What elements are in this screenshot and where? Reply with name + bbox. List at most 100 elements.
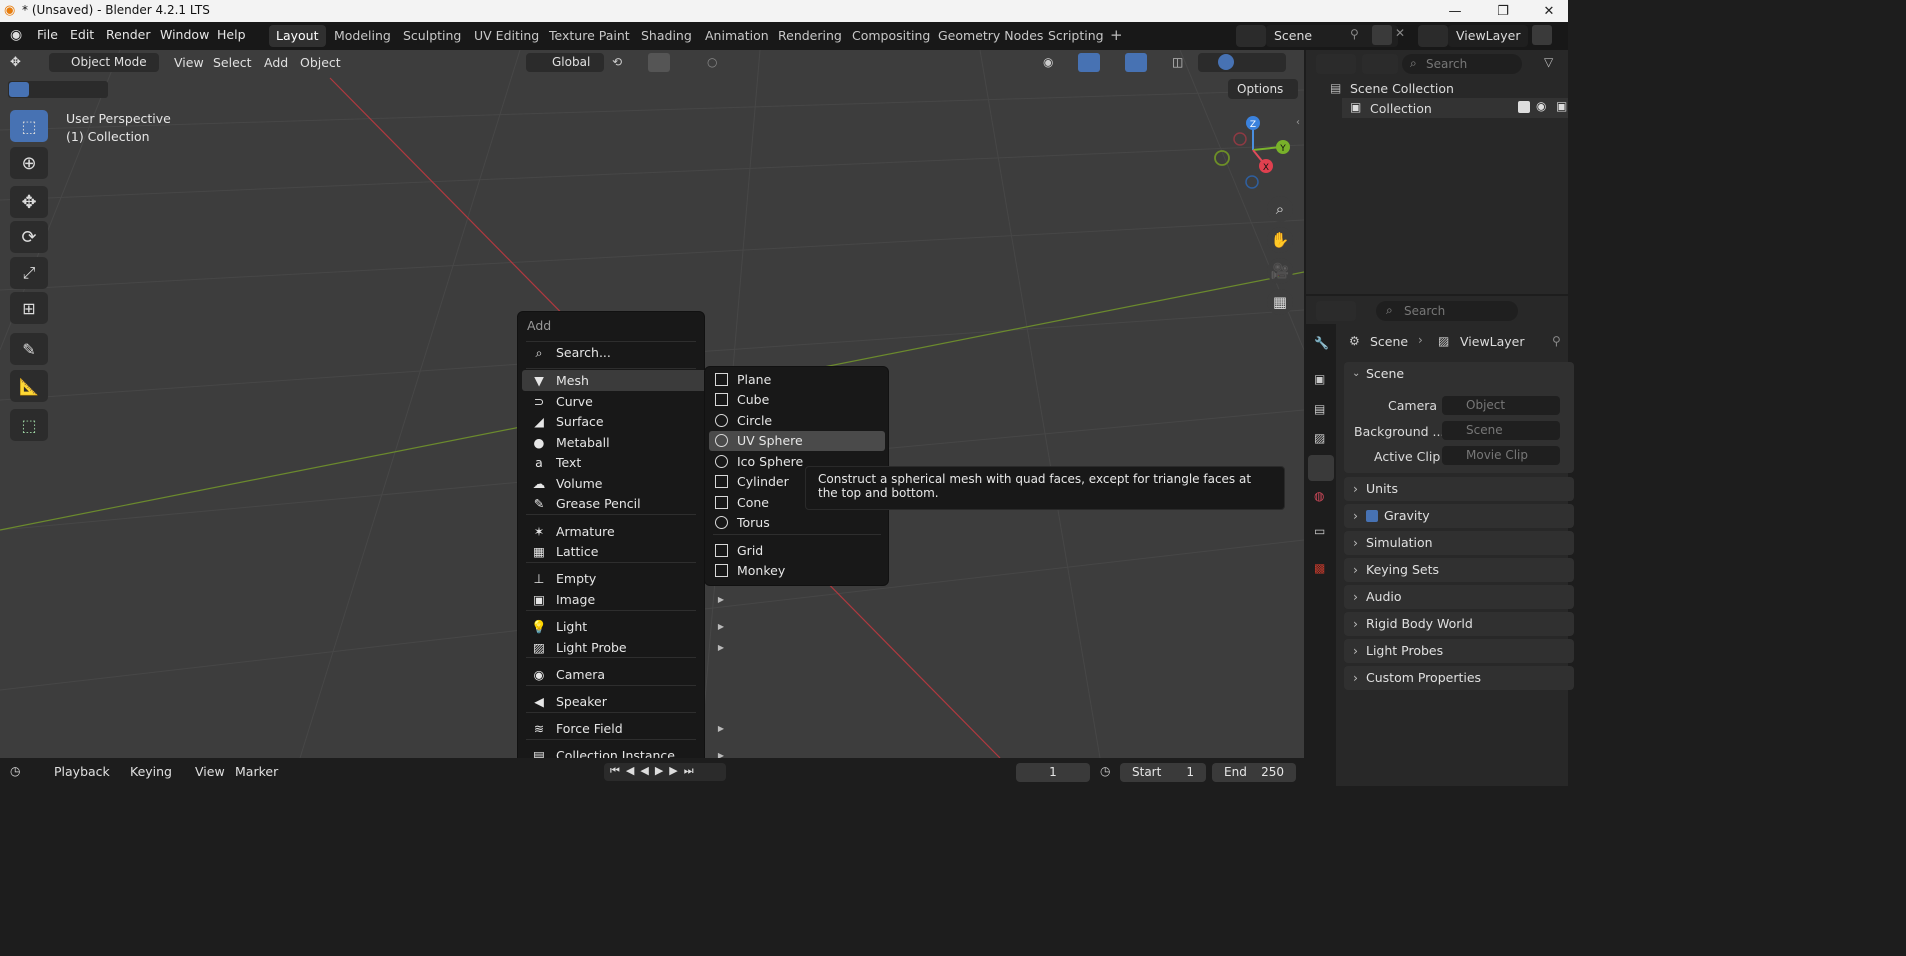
menu-object[interactable]: Object	[300, 55, 341, 70]
chevron-down-icon[interactable]: ⌄	[1352, 362, 1360, 386]
add-menu-item[interactable]: ✎Grease Pencil▶	[522, 493, 730, 514]
scene-tab-icon[interactable]	[1308, 455, 1334, 481]
properties-search-input[interactable]: Search	[1376, 301, 1518, 321]
mesh-item[interactable]: Monkey	[709, 561, 885, 581]
tab-texture-paint[interactable]: Texture Paint	[542, 25, 637, 47]
tab-uv-editing[interactable]: UV Editing	[467, 25, 546, 47]
active-clip-field[interactable]: Movie Clip	[1442, 446, 1560, 465]
add-workspace-icon[interactable]: +	[1110, 26, 1123, 44]
view-layer-tab-icon[interactable]: ▨	[1314, 431, 1325, 445]
timeline[interactable]: ◷ Playback Keying View Marker ⏮◀◀▶▶⏭ 1 ◷…	[0, 758, 1304, 786]
add-menu-item[interactable]: ≋ Force Field ▶	[522, 718, 730, 739]
mesh-item[interactable]: UV Sphere	[709, 431, 885, 451]
playback-icons[interactable]: ⏮◀◀▶▶⏭	[610, 764, 700, 778]
camera-view-icon[interactable]: 🎥	[1267, 258, 1293, 284]
texture-tab-icon[interactable]: ▩	[1314, 561, 1325, 575]
menu-render[interactable]: Render	[106, 27, 151, 42]
rotate-tool[interactable]: ⟳	[10, 221, 48, 253]
menu-file[interactable]: File	[37, 27, 58, 42]
collection-tab-icon[interactable]: ▭	[1314, 524, 1325, 538]
properties-panel[interactable]: › Units	[1344, 477, 1574, 501]
add-menu-item[interactable]: ◀ Speaker	[522, 691, 730, 712]
add-menu-item[interactable]: 💡 Light ▶	[522, 616, 730, 637]
menu-edit[interactable]: Edit	[70, 27, 94, 42]
add-cube-tool[interactable]: ⬚	[10, 409, 48, 441]
shading-modes[interactable]	[1198, 53, 1286, 72]
menu-help[interactable]: Help	[217, 27, 246, 42]
world-tab-icon[interactable]: ◍	[1314, 489, 1324, 503]
mesh-item[interactable]: Plane	[709, 370, 885, 390]
add-menu-item[interactable]: ✶ Armature	[522, 521, 730, 542]
solid-shading-icon[interactable]	[1218, 54, 1234, 70]
view-layer-selector-icon[interactable]	[1418, 25, 1448, 47]
tab-layout[interactable]: Layout	[269, 25, 326, 47]
add-menu-item[interactable]: ▼Mesh▶	[522, 370, 730, 391]
add-menu-search[interactable]: ⌕ Search...	[522, 342, 730, 363]
view-layer-name-field[interactable]: ViewLayer	[1448, 25, 1528, 47]
visibility-icon[interactable]: ◉	[1043, 55, 1053, 69]
mode-dropdown[interactable]: Object Mode	[49, 53, 159, 72]
render-tab-icon[interactable]: ▣	[1314, 372, 1325, 386]
timeline-menu-playback[interactable]: Playback	[54, 764, 110, 779]
scale-tool[interactable]: ⤢	[10, 257, 48, 289]
outliner[interactable]: Search ⌕ ▽ ▤ Scene Collection ▣ Collecti…	[1306, 50, 1568, 294]
new-view-layer-icon[interactable]	[1532, 25, 1552, 45]
perspective-grid-icon[interactable]: ▦	[1267, 289, 1293, 315]
background-field[interactable]: Scene	[1442, 421, 1560, 440]
annotate-tool[interactable]: ✎	[10, 333, 48, 365]
mesh-item[interactable]: Grid	[709, 541, 885, 561]
menu-select[interactable]: Select	[213, 55, 252, 70]
cursor-tool[interactable]: ⊕	[10, 147, 48, 179]
properties-pin-icon[interactable]: ⚲	[1552, 334, 1561, 348]
close-icon[interactable]: ✕	[1526, 0, 1572, 22]
outliner-collection-row[interactable]: ▣ Collection ◉ ▣	[1342, 98, 1568, 118]
add-menu-item[interactable]: ▣ Image ▶	[522, 589, 730, 610]
current-frame-field[interactable]: 1	[1016, 763, 1090, 782]
editor-type-icon[interactable]: ✥	[10, 55, 21, 70]
gravity-checkbox[interactable]	[1366, 510, 1378, 522]
start-frame-field[interactable]: Start 1	[1120, 763, 1206, 782]
timeline-editor-type-icon[interactable]: ◷	[10, 764, 20, 778]
move-tool[interactable]: ✥	[10, 186, 48, 218]
properties-panel[interactable]: › Light Probes	[1344, 639, 1574, 663]
snap-icon[interactable]	[648, 53, 670, 72]
menu-window[interactable]: Window	[160, 27, 209, 42]
end-frame-field[interactable]: End 250	[1212, 763, 1296, 782]
add-menu-item[interactable]: ⊃Curve▶	[522, 391, 730, 412]
outliner-scene-collection[interactable]: Scene Collection	[1350, 81, 1454, 96]
menu-add[interactable]: Add	[264, 55, 288, 70]
properties-panel[interactable]: › Custom Properties	[1344, 666, 1574, 690]
properties-panel[interactable]: › Keying Sets	[1344, 558, 1574, 582]
add-menu-item[interactable]: ▦ Lattice	[522, 541, 730, 562]
add-menu-item[interactable]: ☁Volume▶	[522, 473, 730, 494]
timeline-menu-marker[interactable]: Marker	[235, 764, 278, 779]
pin-icon[interactable]: ⚲	[1350, 27, 1359, 41]
tab-geometry-nodes[interactable]: Geometry Nodes	[931, 25, 1050, 47]
add-menu-item[interactable]: ▨ Light Probe ▶	[522, 637, 730, 658]
measure-tool[interactable]: 📐	[10, 370, 48, 402]
add-menu-item[interactable]: ●Metaball▶	[522, 432, 730, 453]
exclude-checkbox[interactable]	[1518, 101, 1530, 113]
properties-panel[interactable]: › Audio	[1344, 585, 1574, 609]
properties-panel[interactable]: › Simulation	[1344, 531, 1574, 555]
outliner-display-mode-icon[interactable]	[1362, 54, 1398, 74]
zoom-icon[interactable]: ⌕	[1267, 196, 1293, 222]
outliner-editor-type-icon[interactable]	[1316, 54, 1356, 74]
gizmo-toggle-icon[interactable]	[1078, 53, 1100, 72]
select-box-tool[interactable]: ⬚	[10, 110, 48, 142]
maximize-icon[interactable]: ❐	[1480, 0, 1526, 22]
add-menu-item[interactable]: ◢Surface▶	[522, 411, 730, 432]
tab-scripting[interactable]: Scripting	[1041, 25, 1111, 47]
xray-icon[interactable]: ◫	[1172, 55, 1183, 69]
navigation-gizmo[interactable]: Z Y X	[1205, 112, 1301, 192]
proportional-edit-icon[interactable]: ○	[707, 55, 717, 69]
options-dropdown[interactable]: Options	[1228, 79, 1298, 99]
blender-menu-icon[interactable]: ◉	[10, 27, 22, 43]
properties-editor-type-icon[interactable]	[1316, 301, 1356, 321]
render-camera-icon[interactable]: ▣	[1556, 99, 1567, 113]
scene-panel-title[interactable]: Scene	[1366, 362, 1404, 386]
timeline-menu-keying[interactable]: Keying	[130, 764, 172, 779]
tab-sculpting[interactable]: Sculpting	[396, 25, 468, 47]
scene-selector-icon[interactable]	[1236, 25, 1266, 47]
eye-icon[interactable]: ◉	[1536, 99, 1546, 113]
